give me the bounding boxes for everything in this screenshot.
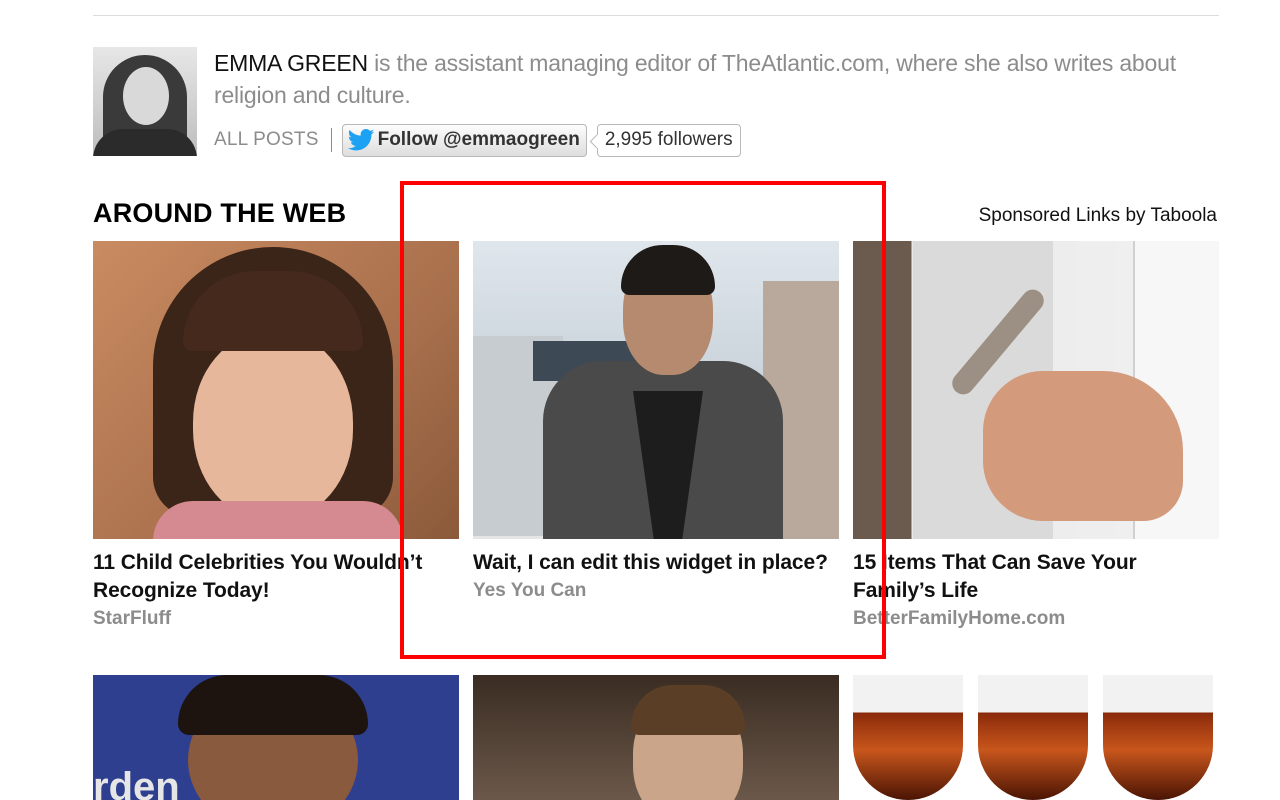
twitter-bird-icon	[347, 129, 374, 151]
author-avatar[interactable]	[93, 47, 197, 156]
card-thumbnail[interactable]	[473, 675, 839, 800]
recommendation-card[interactable]: 15 Items That Can Save Your Family’s Lif…	[853, 241, 1219, 633]
card-source[interactable]: StarFluff	[93, 605, 459, 633]
card-title[interactable]: Wait, I can edit this widget in place?	[473, 549, 839, 577]
card-title[interactable]: 11 Child Celebrities You Wouldn’t Recogn…	[93, 549, 459, 605]
recommendation-card[interactable]: 11 Child Celebrities You Wouldn’t Recogn…	[93, 241, 459, 633]
card-thumbnail[interactable]	[473, 241, 839, 539]
author-bio-text: EMMA GREEN is the assistant managing edi…	[214, 47, 1194, 111]
divider	[330, 128, 332, 152]
sponsored-links-label[interactable]: Sponsored Links by Taboola	[979, 205, 1217, 227]
recommendation-card[interactable]: Wait, I can edit this widget in place? Y…	[473, 241, 839, 605]
section-title: AROUND THE WEB	[93, 198, 347, 228]
card-source[interactable]: BetterFamilyHome.com	[853, 605, 1219, 633]
card-thumbnail[interactable]	[853, 675, 1219, 800]
card-source[interactable]: Yes You Can	[473, 577, 839, 605]
card-thumbnail[interactable]	[853, 241, 1219, 539]
followers-count[interactable]: 2,995 followers	[596, 123, 741, 157]
author-bio-block: EMMA GREEN is the assistant managing edi…	[93, 47, 1219, 157]
author-name[interactable]: EMMA GREEN	[214, 50, 368, 76]
card-thumbnail[interactable]: rden	[93, 675, 459, 800]
author-actions: ALL POSTS Follow @emmaogreen 2,995 follo…	[214, 123, 741, 157]
top-divider	[93, 15, 1219, 16]
thumbnail-text: rden	[93, 765, 180, 800]
twitter-follow-button[interactable]: Follow @emmaogreen	[341, 123, 587, 157]
follow-label: Follow @emmaogreen	[377, 129, 580, 150]
card-title[interactable]: 15 Items That Can Save Your Family’s Lif…	[853, 549, 1219, 605]
all-posts-link[interactable]: ALL POSTS	[214, 129, 319, 151]
card-thumbnail[interactable]	[93, 241, 459, 539]
